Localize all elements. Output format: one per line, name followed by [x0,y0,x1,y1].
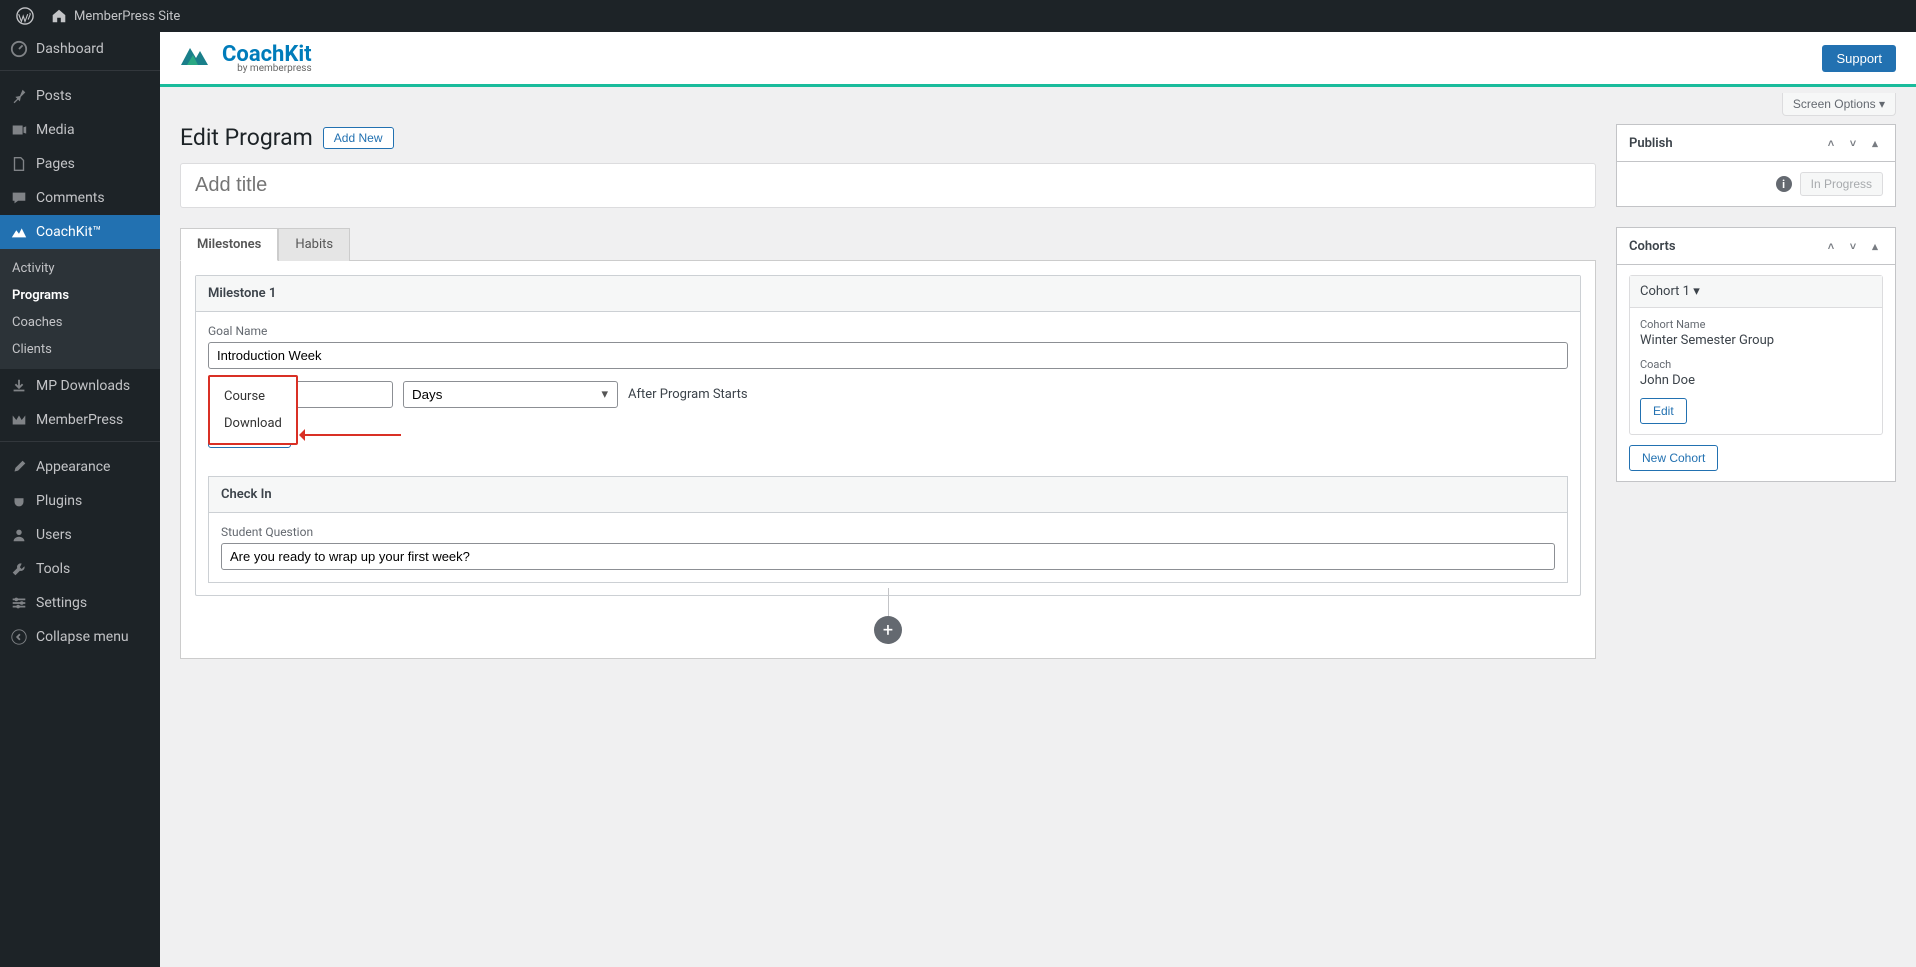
cohort-name-value: Winter Semester Group [1640,333,1872,348]
mountain-icon [10,223,28,241]
move-up-icon[interactable]: ˄ [1823,135,1839,151]
after-program-starts-text: After Program Starts [628,387,748,402]
cohorts-postbox: Cohorts ˄ ˅ ▴ Cohort 1 ▾ [1616,227,1896,482]
info-icon[interactable]: i [1776,176,1792,192]
tabs: Milestones Habits [180,228,1596,261]
menu-mp-downloads[interactable]: MP Downloads [0,369,160,403]
move-down-icon[interactable]: ˅ [1845,135,1861,151]
goal-name-label: Goal Name [208,324,1568,338]
toggle-icon[interactable]: ▴ [1867,238,1883,254]
coach-value: John Doe [1640,373,1872,388]
site-link[interactable]: MemberPress Site [42,7,188,25]
menu-tools[interactable]: Tools [0,552,160,586]
submenu-activity[interactable]: Activity [0,255,160,282]
menu-appearance[interactable]: Appearance [0,450,160,484]
submenu-clients[interactable]: Clients [0,336,160,363]
menu-posts[interactable]: Posts [0,79,160,113]
cohort-name-label: Cohort Name [1640,318,1872,331]
cohort-item-header[interactable]: Cohort 1 ▾ [1630,276,1882,308]
dropdown-download[interactable]: Download [210,410,296,437]
plug-icon [10,492,28,510]
submenu-coaches[interactable]: Coaches [0,309,160,336]
tab-habits[interactable]: Habits [278,228,350,261]
pin-icon [10,87,28,105]
annotation-arrow [301,434,401,436]
coachkit-submenu: Activity Programs Coaches Clients [0,249,160,369]
site-name: MemberPress Site [74,9,180,24]
publish-title: Publish [1629,136,1673,151]
new-cohort-button[interactable]: New Cohort [1629,445,1718,471]
submenu-programs[interactable]: Programs [0,282,160,309]
menu-media[interactable]: Media [0,113,160,147]
checkin-header: Check In [209,477,1567,513]
status-button[interactable]: In Progress [1800,172,1883,196]
user-icon [10,526,28,544]
menu-pages[interactable]: Pages [0,147,160,181]
brush-icon [10,458,28,476]
menu-settings[interactable]: Settings [0,586,160,620]
milestone-header: Milestone 1 [196,276,1580,312]
dashboard-icon [10,40,28,58]
tab-milestones[interactable]: Milestones [180,228,278,261]
wrench-icon [10,560,28,578]
goal-name-input[interactable] [208,342,1568,369]
coach-label: Coach [1640,358,1872,371]
menu-dashboard[interactable]: Dashboard [0,32,160,66]
menu-comments[interactable]: Comments [0,181,160,215]
add-new-dropdown: Course Download [208,375,298,445]
logo-mountain-icon [180,44,216,66]
menu-users[interactable]: Users [0,518,160,552]
dropdown-course[interactable]: Course [210,383,296,410]
move-up-icon[interactable]: ˄ [1823,238,1839,254]
student-question-label: Student Question [221,525,1555,539]
program-title-input[interactable] [180,163,1596,208]
student-question-input[interactable] [221,543,1555,570]
home-icon [50,7,68,25]
page-title: Edit Program [180,124,313,151]
comment-icon [10,189,28,207]
menu-memberpress[interactable]: MemberPress [0,403,160,437]
collapse-icon [10,628,28,646]
cohorts-title: Cohorts [1629,239,1676,254]
screen-options-toggle[interactable]: Screen Options ▾ [1782,93,1896,116]
support-button[interactable]: Support [1822,45,1896,72]
wordpress-icon [16,7,34,25]
move-down-icon[interactable]: ˅ [1845,238,1861,254]
cohort-item: Cohort 1 ▾ Cohort Name Winter Semester G… [1629,275,1883,435]
sliders-icon [10,594,28,612]
menu-coachkit[interactable]: CoachKit™ [0,215,160,249]
admin-sidebar: Dashboard Posts Media Pages Comments Coa… [0,32,160,967]
toggle-icon[interactable]: ▴ [1867,135,1883,151]
brand-bar: CoachKit by memberpress Support [160,32,1916,87]
milestone-card: Milestone 1 Goal Name Course Download [195,275,1581,596]
edit-cohort-button[interactable]: Edit [1640,398,1687,424]
plus-icon: + [883,620,893,641]
menu-collapse[interactable]: Collapse menu [0,620,160,654]
admin-bar: MemberPress Site [0,0,1916,32]
add-milestone-button[interactable]: + [874,616,902,644]
menu-plugins[interactable]: Plugins [0,484,160,518]
page-icon [10,155,28,173]
goal-due-unit-select[interactable]: Days [403,381,618,408]
checkin-card: Check In Student Question [208,476,1568,583]
caret-down-icon: ▾ [1693,284,1700,299]
publish-postbox: Publish ˄ ˅ ▴ i In Progress [1616,124,1896,207]
memberpress-icon [10,411,28,429]
download-icon [10,377,28,395]
wp-logo[interactable] [8,7,42,25]
media-icon [10,121,28,139]
add-new-program-button[interactable]: Add New [323,127,394,149]
